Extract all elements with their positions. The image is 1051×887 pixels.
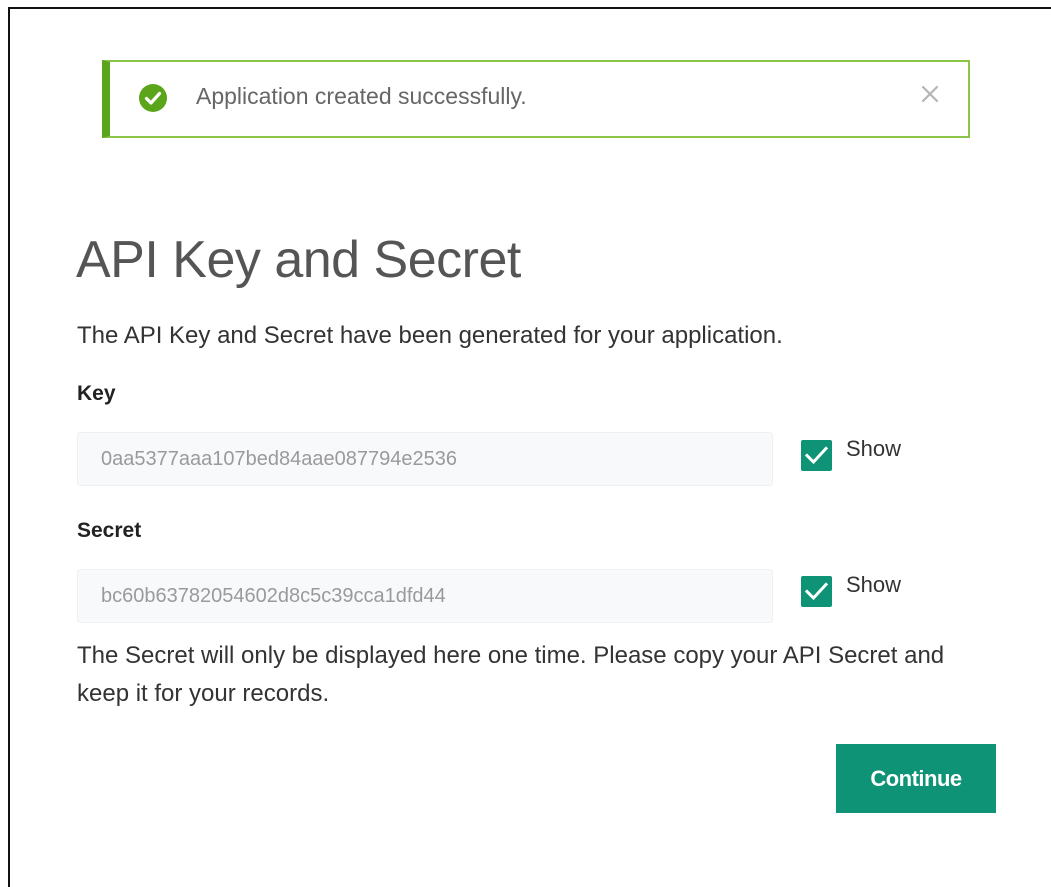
key-show-label: Show (846, 436, 902, 461)
close-icon[interactable] (920, 84, 940, 104)
alert-message: Application created successfully. (196, 83, 527, 109)
secret-label: Secret (77, 519, 142, 542)
continue-button[interactable]: Continue (836, 744, 996, 813)
secret-warning-note: The Secret will only be displayed here o… (77, 642, 945, 707)
key-show-checkbox[interactable] (801, 440, 832, 471)
secret-show-checkbox[interactable] (801, 576, 832, 607)
intro-text: The API Key and Secret have been generat… (77, 322, 783, 349)
checkmark-icon (804, 446, 829, 465)
success-alert: Application created successfully. (102, 60, 970, 138)
secret-input[interactable] (77, 569, 773, 623)
secret-show-label: Show (846, 572, 902, 597)
checkmark-icon (804, 582, 829, 601)
key-input[interactable] (77, 432, 773, 486)
key-label: Key (77, 382, 116, 405)
check-circle-icon (139, 84, 167, 112)
page-title: API Key and Secret (76, 231, 521, 289)
